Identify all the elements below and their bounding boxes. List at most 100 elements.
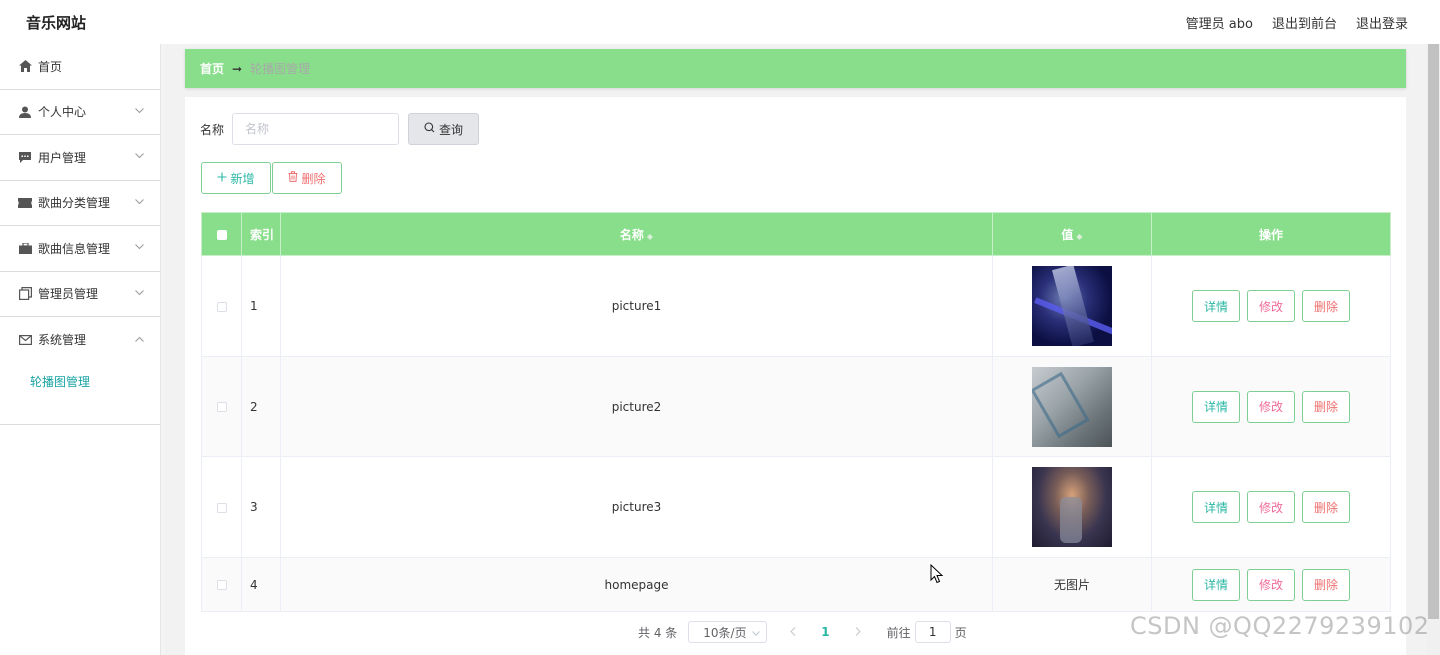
goto-suffix: 页 <box>954 625 967 640</box>
row-value-cell <box>992 255 1152 357</box>
sidebar-item-user-management[interactable]: 用户管理 <box>0 135 160 181</box>
table-row: 3 picture3 详情 修改 删除 <box>201 456 1391 558</box>
row-checkbox[interactable] <box>216 301 227 312</box>
table-row: 1 picture1 详情 修改 删除 <box>201 255 1391 357</box>
row-name: picture1 <box>280 255 993 357</box>
detail-button[interactable]: 详情 <box>1192 491 1240 523</box>
column-header-actions: 操作 <box>1151 212 1391 256</box>
search-button[interactable]: 查询 <box>408 113 479 145</box>
chevron-up-icon <box>135 335 144 345</box>
select-all-cell[interactable] <box>201 212 242 256</box>
carousel-image-thumbnail <box>1032 266 1112 346</box>
sidebar-item-song-info-management[interactable]: 歌曲信息管理 <box>0 226 160 272</box>
row-checkbox[interactable] <box>216 502 227 513</box>
row-name: homepage <box>280 557 993 612</box>
row-actions: 详情 修改 删除 <box>1151 456 1391 558</box>
search-label: 名称 <box>200 123 225 137</box>
breadcrumb-separator-icon: ➞ <box>232 61 243 76</box>
batch-delete-label: 删除 <box>301 171 326 186</box>
column-header-index: 索引 <box>241 212 281 256</box>
site-title: 音乐网站 <box>26 13 87 32</box>
page-size-value: 10条/页 <box>703 625 747 640</box>
row-checkbox-cell[interactable] <box>201 356 242 457</box>
carousel-image-thumbnail <box>1032 366 1112 447</box>
row-value-cell <box>992 356 1152 457</box>
breadcrumb-home[interactable]: 首页 <box>200 60 224 77</box>
column-header-name-label: 名称 <box>619 227 644 242</box>
detail-button[interactable]: 详情 <box>1192 390 1240 423</box>
pagination-total: 共 4 条 <box>638 625 678 640</box>
next-page-icon[interactable] <box>855 625 861 639</box>
sort-icon[interactable]: ◆ <box>647 232 653 241</box>
table-header-row: 索引 名称 ◆ 值 ◆ 操作 <box>201 212 1391 256</box>
row-checkbox[interactable] <box>216 402 227 412</box>
row-index: 3 <box>241 456 281 558</box>
sidebar-item-system-management[interactable]: 系统管理 <box>0 317 160 363</box>
column-header-value-label: 值 <box>1061 227 1074 242</box>
add-button[interactable]: 新增 <box>201 162 271 194</box>
row-checkbox-cell[interactable] <box>201 456 242 558</box>
edit-button[interactable]: 修改 <box>1247 390 1295 423</box>
sidebar-item-carousel-management[interactable]: 轮播图管理 <box>30 373 160 391</box>
row-actions: 详情 修改 删除 <box>1151 255 1391 357</box>
row-index: 1 <box>241 255 281 357</box>
page-size-select[interactable]: 10条/页 <box>688 621 768 643</box>
system-submenu: 轮播图管理 <box>0 363 160 425</box>
detail-button[interactable]: 详情 <box>1192 290 1240 322</box>
sidebar-item-label: 个人中心 <box>38 105 87 120</box>
home-icon <box>18 59 32 73</box>
ticket-icon <box>18 196 32 210</box>
row-index: 2 <box>241 356 281 457</box>
watermark: CSDN @QQ2279239102 <box>1130 612 1430 640</box>
delete-button[interactable]: 删除 <box>1302 390 1350 423</box>
row-checkbox[interactable] <box>216 580 227 590</box>
breadcrumb: 首页 ➞ 轮播图管理 <box>185 49 1406 88</box>
sort-icon[interactable]: ◆ <box>1076 232 1082 241</box>
chevron-down-icon <box>135 107 144 117</box>
delete-button[interactable]: 删除 <box>1302 290 1350 322</box>
row-checkbox-cell[interactable] <box>201 557 242 612</box>
top-links: 管理员 abo 退出到前台 退出登录 <box>1186 13 1408 32</box>
admin-user-link[interactable]: 管理员 abo <box>1186 13 1253 32</box>
page-number-current[interactable]: 1 <box>821 625 829 639</box>
goto-page-input[interactable]: 1 <box>914 621 951 643</box>
select-all-checkbox[interactable] <box>216 229 227 240</box>
sidebar: 首页 个人中心 用户管理 歌曲分类管理 歌曲信息管理 管理员管理 系统管理 轮播… <box>0 44 161 655</box>
sidebar-item-admin-management[interactable]: 管理员管理 <box>0 272 160 317</box>
sidebar-item-song-category-management[interactable]: 歌曲分类管理 <box>0 181 160 226</box>
mail-icon <box>18 333 32 347</box>
column-header-name[interactable]: 名称 ◆ <box>280 212 993 256</box>
search-input[interactable] <box>232 113 399 145</box>
row-name: picture2 <box>280 356 993 457</box>
plus-icon <box>217 171 227 185</box>
column-header-value[interactable]: 值 ◆ <box>992 212 1152 256</box>
carousel-image-thumbnail <box>1032 467 1112 547</box>
sidebar-item-label: 歌曲分类管理 <box>38 196 111 211</box>
scrollbar-thumb[interactable] <box>1428 44 1439 619</box>
add-button-label: 新增 <box>230 171 255 186</box>
sidebar-item-home[interactable]: 首页 <box>0 44 160 90</box>
top-bar: 音乐网站 管理员 abo 退出到前台 退出登录 <box>0 0 1440 44</box>
logout-link[interactable]: 退出登录 <box>1356 13 1408 32</box>
edit-button[interactable]: 修改 <box>1247 290 1295 322</box>
delete-button[interactable]: 删除 <box>1302 491 1350 523</box>
sidebar-item-personal-center[interactable]: 个人中心 <box>0 90 160 135</box>
trash-icon <box>288 171 298 185</box>
breadcrumb-current: 轮播图管理 <box>250 62 311 76</box>
edit-button[interactable]: 修改 <box>1247 568 1295 601</box>
chevron-down-icon <box>135 289 144 299</box>
row-checkbox-cell[interactable] <box>201 255 242 357</box>
table-row: 2 picture2 详情 修改 删除 <box>201 356 1391 457</box>
prev-page-icon[interactable] <box>790 625 796 639</box>
data-table: 索引 名称 ◆ 值 ◆ 操作 1 picture1 详情 修改 删除 2 pictu… <box>201 212 1391 612</box>
briefcase-icon <box>18 241 32 255</box>
row-value-cell <box>992 456 1152 558</box>
delete-button[interactable]: 删除 <box>1302 568 1350 601</box>
pagination: 共 4 条 10条/页 1 前往 1 页 <box>638 621 967 643</box>
search-icon <box>424 122 435 136</box>
detail-button[interactable]: 详情 <box>1192 568 1240 601</box>
goto-label: 前往 <box>886 625 911 640</box>
edit-button[interactable]: 修改 <box>1247 491 1295 523</box>
batch-delete-button[interactable]: 删除 <box>272 162 342 194</box>
exit-to-frontend-link[interactable]: 退出到前台 <box>1272 13 1337 32</box>
